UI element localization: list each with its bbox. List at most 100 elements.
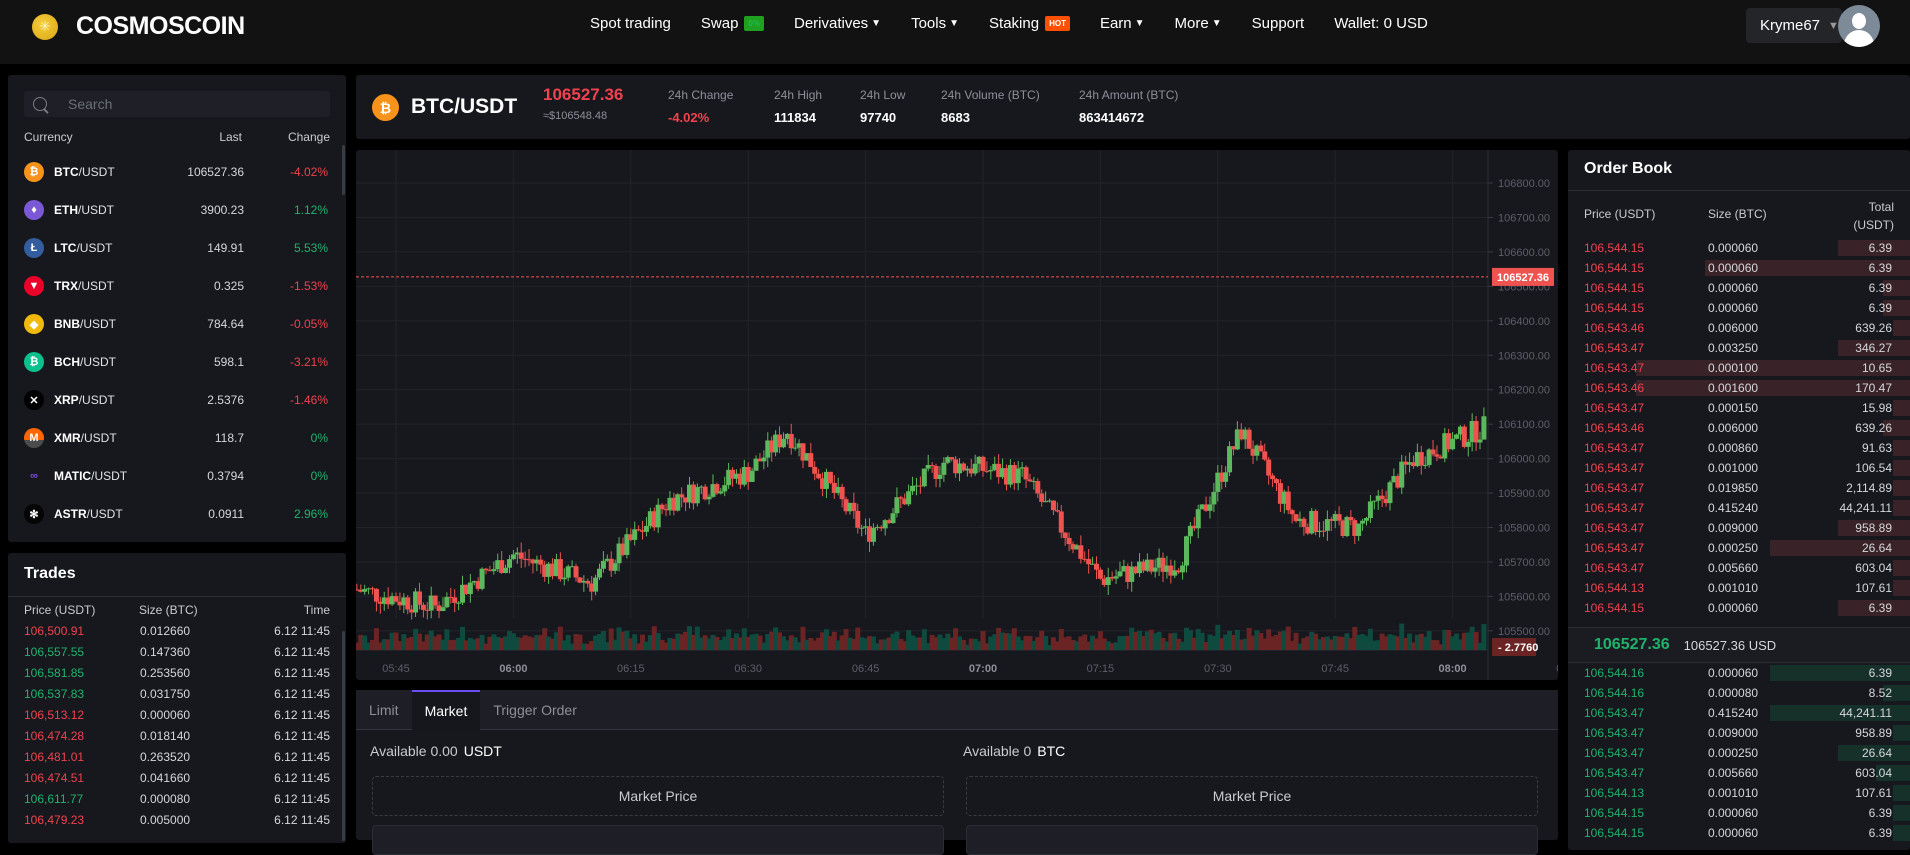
order-total: 6.39 bbox=[1868, 806, 1892, 820]
trade-size: 0.031750 bbox=[140, 686, 191, 701]
candle-body bbox=[636, 529, 642, 531]
candle-body bbox=[1481, 416, 1487, 440]
trades-scrollbar[interactable] bbox=[342, 631, 345, 841]
ask-row[interactable]: 106,543.46 0.006000 639.26 bbox=[1568, 318, 1910, 338]
market-row[interactable]: ₿ BTC/USDT 106527.36 -4.02% bbox=[24, 153, 330, 191]
ask-row[interactable]: 106,543.47 0.415240 44,241.11 bbox=[1568, 498, 1910, 518]
order-total: 107.61 bbox=[1855, 786, 1892, 800]
markets-scrollbar[interactable] bbox=[342, 145, 345, 195]
tab-trigger-order[interactable]: Trigger Order bbox=[480, 690, 590, 730]
nav-badge: HOT bbox=[1045, 16, 1070, 31]
ask-row[interactable]: 106,544.15 0.000060 6.39 bbox=[1568, 298, 1910, 318]
currency-column-header[interactable]: Currency bbox=[24, 130, 73, 144]
bid-row[interactable]: 106,544.13 0.001010 107.61 bbox=[1568, 783, 1910, 803]
ask-row[interactable]: 106,543.47 0.009000 958.89 bbox=[1568, 518, 1910, 538]
user-avatar-icon[interactable] bbox=[1838, 5, 1880, 47]
stat-value: 863414672 bbox=[1079, 110, 1145, 125]
order-price: 106,544.16 bbox=[1584, 686, 1645, 700]
bid-row[interactable]: 106,544.15 0.000060 6.39 bbox=[1568, 823, 1910, 843]
bid-row[interactable]: 106,543.47 0.009000 958.89 bbox=[1568, 723, 1910, 743]
order-size: 0.019850 bbox=[1708, 481, 1759, 495]
candle-body bbox=[906, 491, 912, 505]
candle-body bbox=[898, 497, 904, 499]
market-search[interactable] bbox=[24, 91, 330, 117]
market-row[interactable]: ∞ MATIC/USDT 0.3794 0% bbox=[24, 457, 330, 495]
order-form: Limit Market Trigger Order Available 0.00 U… bbox=[356, 690, 1558, 855]
candle-body bbox=[596, 568, 602, 578]
trade-price: 106,500.91 bbox=[24, 623, 85, 638]
ask-row[interactable]: 106,543.46 0.006000 639.26 bbox=[1568, 418, 1910, 438]
bid-row[interactable]: 106,544.15 0.000060 6.39 bbox=[1568, 803, 1910, 823]
ask-row[interactable]: 106,543.47 0.000860 91.63 bbox=[1568, 438, 1910, 458]
trade-price: 106,611.77 bbox=[24, 791, 84, 806]
market-row[interactable]: ✻ ASTR/USDT 0.0911 2.96% bbox=[24, 495, 330, 533]
price-axis-label: 106700.00 bbox=[1498, 212, 1550, 224]
order-price: 106,543.47 bbox=[1584, 521, 1645, 535]
candle-body bbox=[373, 588, 379, 602]
candle-body bbox=[706, 496, 712, 500]
nav-item-derivatives[interactable]: Derivatives ▼ bbox=[794, 15, 881, 32]
trade-row: 106,537.83 0.031750 6.12 11:45 bbox=[24, 683, 330, 704]
search-input[interactable] bbox=[68, 96, 318, 112]
order-price: 106,543.46 bbox=[1584, 421, 1645, 435]
market-change: -3.21% bbox=[289, 355, 328, 369]
buy-amount-input[interactable] bbox=[372, 825, 944, 855]
nav-item-tools[interactable]: Tools ▼ bbox=[911, 15, 959, 32]
market-row[interactable]: ₿ BCH/USDT 598.1 -3.21% bbox=[24, 343, 330, 381]
candle-body bbox=[510, 554, 516, 560]
sell-amount-input[interactable] bbox=[966, 825, 1538, 855]
ask-row[interactable]: 106,544.15 0.000060 6.39 bbox=[1568, 598, 1910, 618]
bid-row[interactable]: 106,543.47 0.415240 44,241.11 bbox=[1568, 703, 1910, 723]
candle-body bbox=[792, 447, 798, 449]
ask-row[interactable]: 106,543.47 0.000250 26.64 bbox=[1568, 538, 1910, 558]
market-row[interactable]: ✕ XRP/USDT 2.5376 -1.46% bbox=[24, 381, 330, 419]
nav-item-staking[interactable]: Staking HOT bbox=[989, 15, 1070, 32]
order-total: 6.39 bbox=[1868, 241, 1892, 255]
sell-market-price-field[interactable]: Market Price bbox=[966, 776, 1538, 816]
change-column-header[interactable]: Change bbox=[288, 130, 330, 144]
candle-body bbox=[1367, 501, 1373, 519]
ask-row[interactable]: 106,543.47 0.003250 346.27 bbox=[1568, 338, 1910, 358]
last-column-header[interactable]: Last bbox=[219, 130, 242, 144]
buy-market-price-field[interactable]: Market Price bbox=[372, 776, 944, 816]
market-row[interactable]: ⛉TWT/USDT1.52104.09% bbox=[24, 533, 330, 542]
pair-name[interactable]: BTC/USDT bbox=[411, 95, 517, 119]
ask-row[interactable]: 106,544.15 0.000060 6.39 bbox=[1568, 238, 1910, 258]
order-size: 0.003250 bbox=[1708, 341, 1759, 355]
bid-row[interactable]: 106,543.47 0.005660 603.04 bbox=[1568, 763, 1910, 783]
nav-item-earn[interactable]: Earn ▼ bbox=[1100, 15, 1145, 32]
tab-limit[interactable]: Limit bbox=[356, 690, 412, 730]
bid-row[interactable]: 106,544.16 0.000060 6.39 bbox=[1568, 663, 1910, 683]
nav-item-support[interactable]: Support bbox=[1252, 15, 1305, 32]
bid-row[interactable]: 106,543.47 0.000250 26.64 bbox=[1568, 743, 1910, 763]
candle-body bbox=[659, 504, 665, 510]
tab-market[interactable]: Market bbox=[411, 690, 481, 730]
ask-row[interactable]: 106,544.13 0.001010 107.61 bbox=[1568, 578, 1910, 598]
candlestick-chart[interactable]: 106800.00106700.00106600.00106500.001064… bbox=[356, 150, 1558, 680]
market-row[interactable]: M XMR/USDT 118.7 0% bbox=[24, 419, 330, 457]
nav-item-more[interactable]: More ▼ bbox=[1175, 15, 1222, 32]
ask-row[interactable]: 106,543.46 0.001600 170.47 bbox=[1568, 378, 1910, 398]
bid-row[interactable]: 106,544.16 0.000080 8.52 bbox=[1568, 683, 1910, 703]
market-row[interactable]: ▼ TRX/USDT 0.325 -1.53% bbox=[24, 267, 330, 305]
nav-item-spot-trading[interactable]: Spot trading bbox=[590, 15, 671, 32]
ask-row[interactable]: 106,543.47 0.005660 603.04 bbox=[1568, 558, 1910, 578]
ask-row[interactable]: 106,543.47 0.000100 10.65 bbox=[1568, 358, 1910, 378]
order-size: 0.005660 bbox=[1708, 766, 1759, 780]
last-price: 106527.36 bbox=[543, 85, 624, 104]
market-row[interactable]: Ł LTC/USDT 149.91 5.53% bbox=[24, 229, 330, 267]
ask-row[interactable]: 106,543.47 0.019850 2,114.89 bbox=[1568, 478, 1910, 498]
ask-row[interactable]: 106,544.15 0.000060 6.39 bbox=[1568, 258, 1910, 278]
nav-item-wallet-0-usd[interactable]: Wallet: 0 USD bbox=[1334, 15, 1428, 32]
nav-item-swap[interactable]: Swap 0% bbox=[701, 15, 764, 32]
market-row[interactable]: ♦ ETH/USDT 3900.23 1.12% bbox=[24, 191, 330, 229]
ask-row[interactable]: 106,543.47 0.001000 106.54 bbox=[1568, 458, 1910, 478]
ask-row[interactable]: 106,543.47 0.000150 15.98 bbox=[1568, 398, 1910, 418]
ask-row[interactable]: 106,544.15 0.000060 6.39 bbox=[1568, 278, 1910, 298]
user-menu-button[interactable]: Kryme67 ▼ bbox=[1746, 8, 1842, 43]
brand-logo[interactable]: ✳ COSMOSCOIN bbox=[32, 12, 245, 41]
market-row[interactable]: ◆ BNB/USDT 784.64 -0.05% bbox=[24, 305, 330, 343]
price-chart[interactable]: 106800.00 106700.00 106600.00 106500.00 1064… bbox=[356, 150, 1558, 680]
order-price: 106,544.15 bbox=[1584, 826, 1645, 840]
order-total: 15.98 bbox=[1861, 401, 1892, 415]
